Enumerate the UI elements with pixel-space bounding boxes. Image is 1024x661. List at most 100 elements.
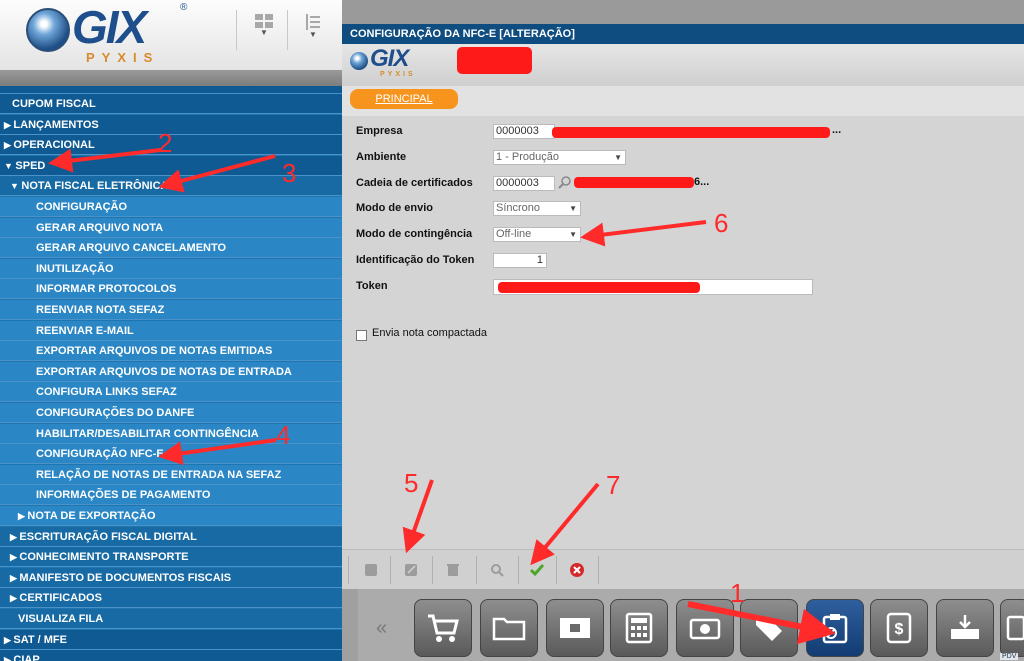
sidebar-item-label: NOTA DE EXPORTAÇÃO xyxy=(27,510,156,522)
token-id-label: Identificação do Token xyxy=(356,254,475,266)
toolbar-divider xyxy=(476,556,477,584)
sidebar-item[interactable]: REENVIAR E-MAIL xyxy=(0,320,358,341)
sidebar-item[interactable]: GERAR ARQUIVO CANCELAMENTO xyxy=(0,238,358,259)
dock-printer-button[interactable] xyxy=(1000,599,1024,657)
dock-register-button[interactable] xyxy=(546,599,604,657)
dock-folder-button[interactable] xyxy=(480,599,538,657)
edit-icon xyxy=(405,564,417,576)
compact-note-label: Envia nota compactada xyxy=(372,327,487,339)
sidebar-item[interactable]: VISUALIZA FILA xyxy=(0,609,358,629)
delete-icon xyxy=(447,564,459,576)
annotation-number-6: 6 xyxy=(714,208,729,238)
dock-inbox-button[interactable] xyxy=(936,599,994,657)
search-button[interactable] xyxy=(484,559,510,581)
grid-view-icon xyxy=(255,14,273,28)
sidebar-item-label: OPERACIONAL xyxy=(13,139,95,152)
redacted-area xyxy=(552,127,830,138)
shopping-cart-icon xyxy=(428,614,459,642)
sidebar-item[interactable]: ▶ NOTA DE EXPORTAÇÃO xyxy=(0,506,358,526)
sidebar-item[interactable]: CONFIGURAÇÃO xyxy=(0,197,358,217)
sidebar-item[interactable]: ▶ ESCRITURAÇÃO FISCAL DIGITAL xyxy=(0,526,358,547)
sidebar-item-label: HABILITAR/DESABILITAR CONTINGÊNCIA xyxy=(36,427,259,440)
search-icon[interactable] xyxy=(558,176,572,190)
annotation-number-1: 1 xyxy=(730,578,745,608)
dock-money-button[interactable]: $ xyxy=(870,599,928,657)
sidebar-item[interactable]: HABILITAR/DESABILITAR CONTINGÊNCIA xyxy=(0,423,358,444)
sidebar-item-label: EXPORTAR ARQUIVOS DE NOTAS EMITIDAS xyxy=(36,345,273,358)
nfce-config-window: CONFIGURAÇÃO DA NFC-E [ALTERAÇÃO] GIX PY… xyxy=(342,24,1024,590)
modo-envio-select[interactable]: Síncrono ▼ xyxy=(493,201,581,216)
delete-button[interactable] xyxy=(440,559,466,581)
sidebar-item-label: ESCRITURAÇÃO FISCAL DIGITAL xyxy=(19,530,197,543)
dock-cart-button[interactable] xyxy=(414,599,472,657)
compact-note-checkbox[interactable] xyxy=(356,330,367,341)
sidebar-item-label: CONHECIMENTO TRANSPORTE xyxy=(19,551,189,564)
tab-bar: PRINCIPAL xyxy=(342,86,1024,117)
sidebar-item[interactable]: CONFIGURA LINKS SEFAZ xyxy=(0,382,358,403)
chevron-down-icon: ▼ xyxy=(569,230,577,239)
sidebar-item-label: CONFIGURA LINKS SEFAZ xyxy=(36,386,177,399)
sidebar-item-label: GERAR ARQUIVO NOTA xyxy=(36,221,164,234)
collapsed-arrow-icon: ▶ xyxy=(10,531,20,542)
logo-text: GIX xyxy=(72,1,147,53)
sidebar-item[interactable]: EXPORTAR ARQUIVOS DE NOTAS EMITIDAS xyxy=(0,341,358,362)
sidebar-item[interactable]: ▶ CONHECIMENTO TRANSPORTE xyxy=(0,547,358,568)
menu-item-partial xyxy=(0,86,358,94)
modo-contingencia-select[interactable]: Off-line ▼ xyxy=(493,227,581,242)
edit-button[interactable] xyxy=(398,559,424,581)
toolbar-divider xyxy=(390,556,391,584)
sidebar-item[interactable]: INFORMAÇÕES DE PAGAMENTO xyxy=(0,485,358,506)
dock-edge xyxy=(342,589,358,661)
sidebar-item[interactable]: ▼ SPED xyxy=(0,155,358,176)
sidebar-item[interactable]: ▶ MANIFESTO DE DOCUMENTOS FISCAIS xyxy=(0,567,358,588)
list-view-button[interactable]: ▼ xyxy=(293,14,333,48)
sidebar-item-label: CONFIGURAÇÃO xyxy=(36,201,128,213)
sidebar-item[interactable]: RELAÇÃO DE NOTAS DE ENTRADA NA SEFAZ xyxy=(0,464,358,485)
toolbar-divider xyxy=(287,10,288,50)
sidebar-item[interactable]: GERAR ARQUIVO NOTA xyxy=(0,217,358,238)
ambiente-select[interactable]: 1 - Produção ▼ xyxy=(493,150,626,165)
window-header: GIX PYXIS xyxy=(342,44,1024,86)
action-toolbar xyxy=(342,549,1024,590)
logo-subtitle: PYXIS xyxy=(86,50,160,65)
sidebar-item[interactable]: CUPOM FISCAL xyxy=(0,94,358,114)
sidebar-item[interactable]: EXPORTAR ARQUIVOS DE NOTAS DE ENTRADA xyxy=(0,361,358,382)
tab-principal[interactable]: PRINCIPAL xyxy=(350,89,458,109)
dock-tag-button[interactable] xyxy=(740,599,798,657)
fiscal-clipboard-icon xyxy=(822,614,848,644)
sidebar-item-label: CONFIGURAÇÕES DO DANFE xyxy=(36,407,195,419)
sidebar-item[interactable]: ▶ CERTIFICADOS xyxy=(0,588,358,609)
sidebar-item-label: MANIFESTO DE DOCUMENTOS FISCAIS xyxy=(19,571,232,584)
sidebar-item[interactable]: ▶ OPERACIONAL xyxy=(0,135,358,156)
confirm-button[interactable] xyxy=(524,559,550,581)
window-title: CONFIGURAÇÃO DA NFC-E [ALTERAÇÃO] xyxy=(342,24,1024,44)
dock-calculator-button[interactable] xyxy=(610,599,668,657)
sidebar-item[interactable]: REENVIAR NOTA SEFAZ xyxy=(0,300,358,320)
sidebar-item-label: LANÇAMENTOS xyxy=(13,118,99,131)
cancel-button[interactable] xyxy=(564,559,590,581)
dock-fiscal-button[interactable] xyxy=(806,599,864,657)
sidebar-item[interactable]: INUTILIZAÇÃO xyxy=(0,258,358,279)
empresa-field[interactable]: 0000003 xyxy=(493,124,555,139)
sidebar-item[interactable]: CONFIGURAÇÃO NFC-E xyxy=(0,444,358,465)
dock-cash-button[interactable] xyxy=(676,599,734,657)
sidebar-item[interactable]: CONFIGURAÇÕES DO DANFE xyxy=(0,403,358,423)
toolbar-divider xyxy=(598,556,599,584)
sidebar-item[interactable]: INFORMAR PROTOCOLOS xyxy=(0,279,358,300)
token-label: Token xyxy=(356,280,388,292)
sidebar-item-label: EXPORTAR ARQUIVOS DE NOTAS DE ENTRADA xyxy=(36,365,292,378)
cadeia-ellipsis: 6... xyxy=(694,176,710,188)
double-chevron-left-icon[interactable]: « xyxy=(376,617,387,640)
sidebar-item[interactable]: ▼ NOTA FISCAL ELETRÔNICA xyxy=(0,176,358,197)
list-view-icon xyxy=(306,14,320,30)
cadeia-field[interactable]: 0000003 xyxy=(493,176,555,191)
sidebar-item[interactable]: ▶ LANÇAMENTOS xyxy=(0,114,358,135)
token-id-field[interactable]: 1 xyxy=(493,253,547,268)
sidebar-item-label: REENVIAR NOTA SEFAZ xyxy=(36,304,165,316)
new-button[interactable] xyxy=(358,559,384,581)
expanded-arrow-icon: ▼ xyxy=(4,160,16,171)
sidebar-item[interactable]: ▶ CIAP xyxy=(0,650,358,661)
grid-view-button[interactable]: ▼ xyxy=(244,14,284,48)
small-logo-subtitle: PYXIS xyxy=(380,71,416,78)
sidebar-item[interactable]: ▶ SAT / MFE xyxy=(0,629,358,650)
